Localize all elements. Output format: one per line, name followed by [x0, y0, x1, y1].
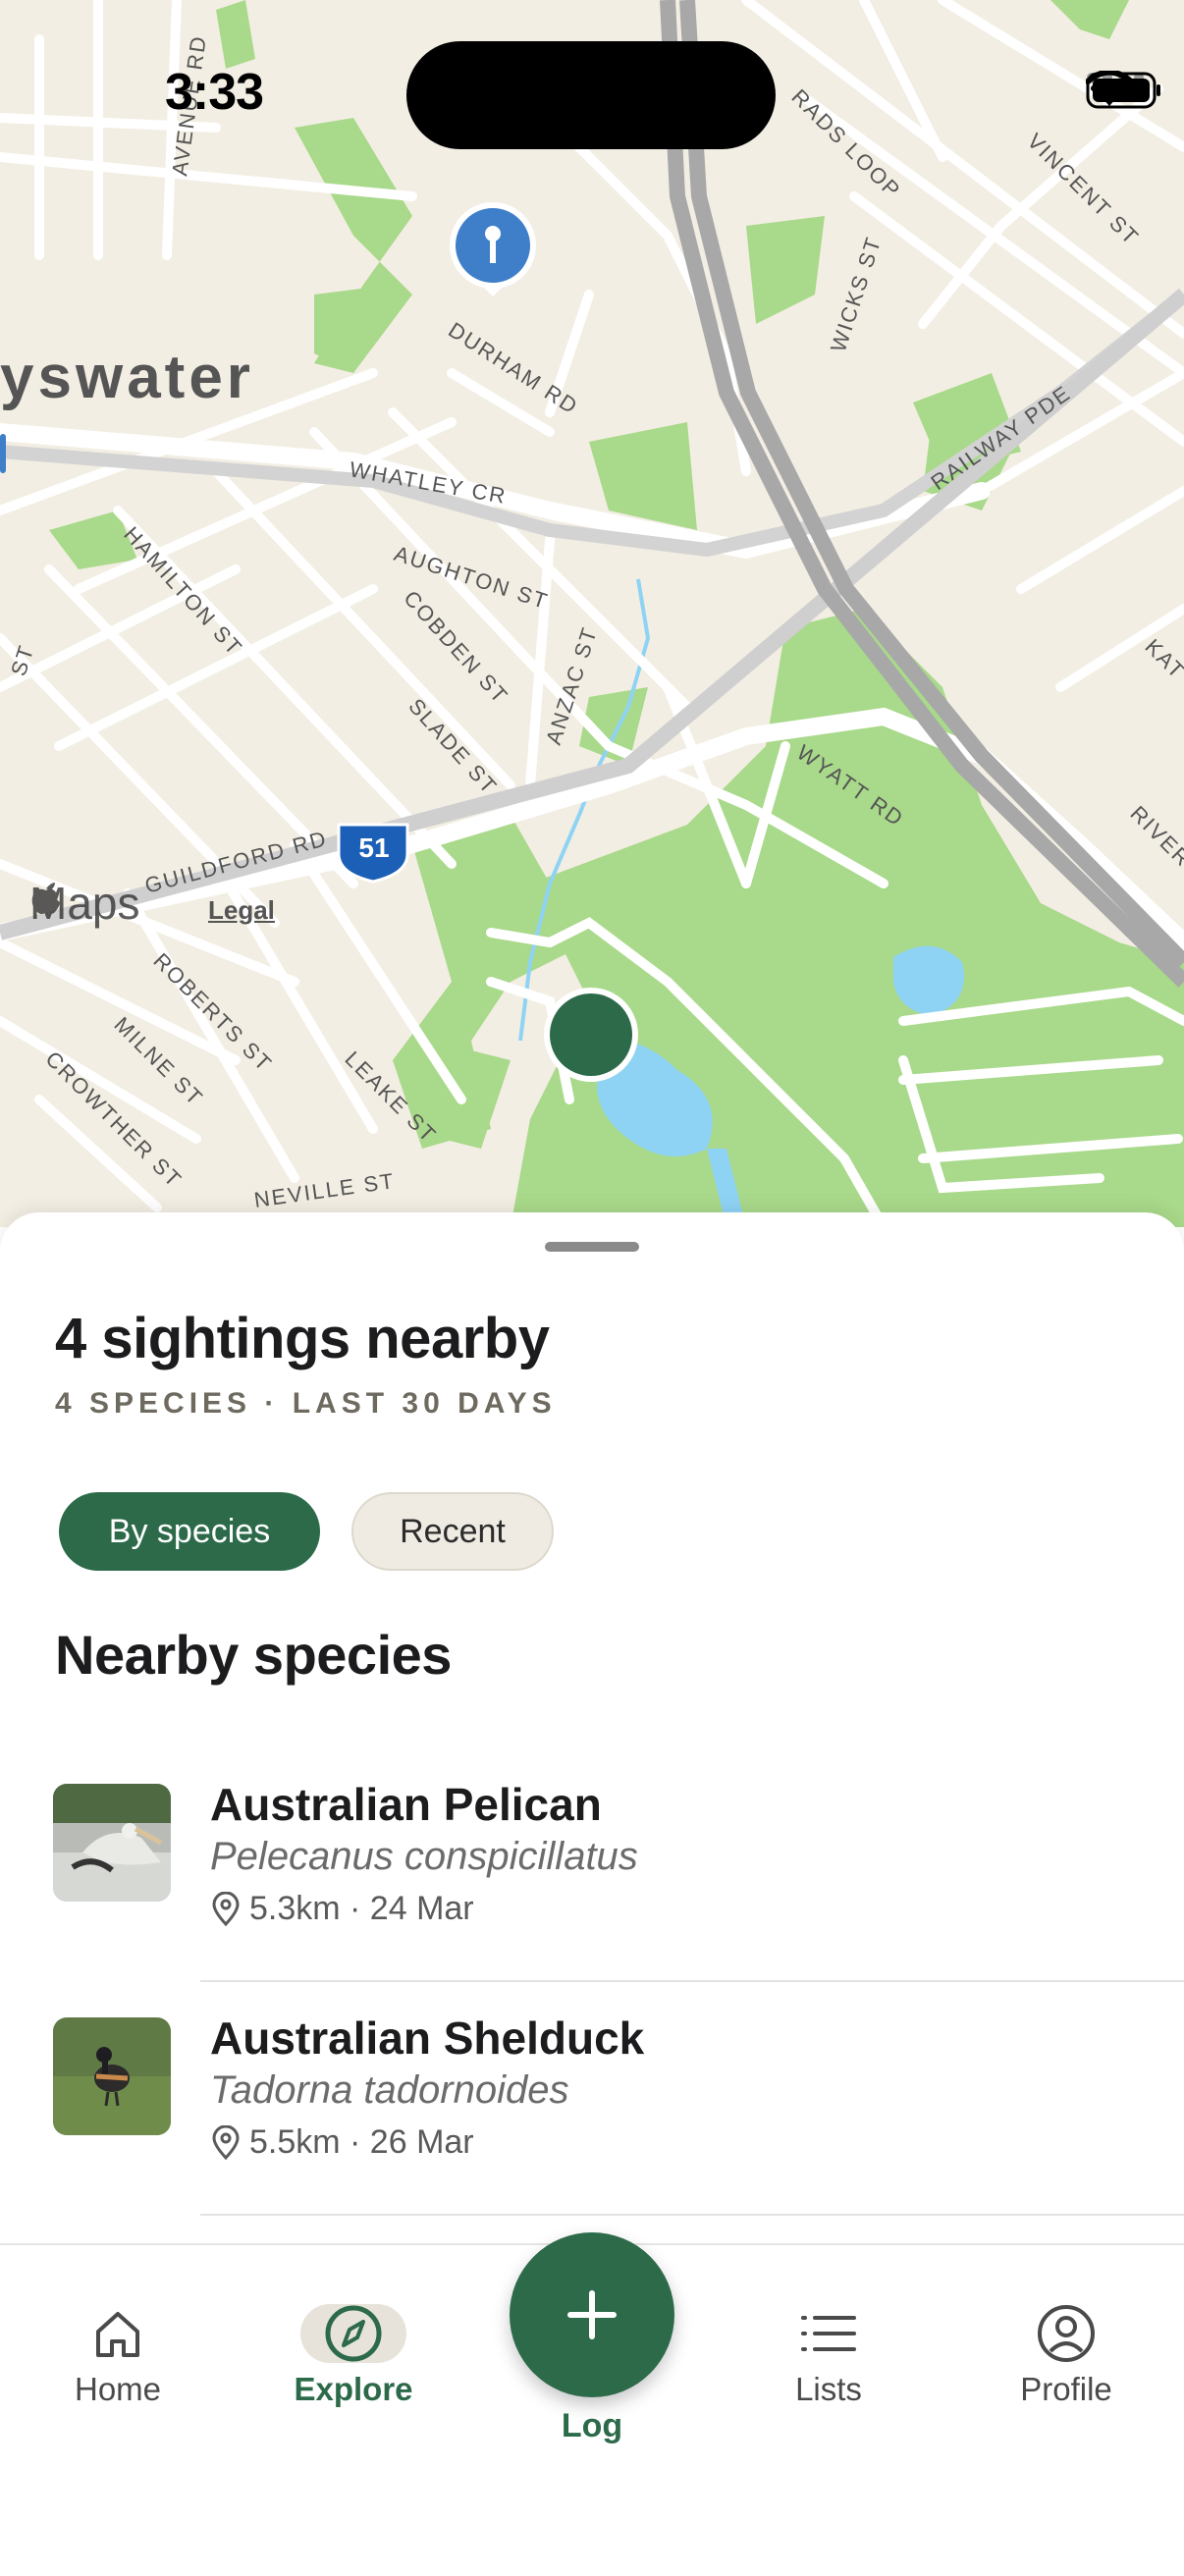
- log-label: Log: [561, 2407, 623, 2444]
- species-distance-date: 5.5km · 26 Mar: [249, 2123, 474, 2161]
- map-canvas: yswater AVENUE RD DURHAM RD WHATLEY CR H…: [0, 0, 1184, 1227]
- tab-profile[interactable]: Profile: [978, 2304, 1155, 2408]
- tab-home[interactable]: Home: [29, 2304, 206, 2408]
- species-scientific-name: Pelecanus conspicillatus: [210, 1835, 638, 1878]
- maps-attribution: Maps: [29, 877, 139, 930]
- status-time: 3:33: [165, 64, 264, 121]
- filter-recent[interactable]: Recent: [351, 1492, 554, 1571]
- svg-text:KAT: KAT: [1140, 634, 1184, 684]
- list-icon: [776, 2304, 882, 2363]
- species-meta: 5.3km · 24 Mar: [210, 1890, 474, 1928]
- sheet-grabber[interactable]: [545, 1242, 639, 1252]
- species-row[interactable]: Australian Pelican Pelecanus conspicilla…: [0, 1748, 1184, 1982]
- plus-icon: [567, 2290, 617, 2339]
- sighting-marker: [544, 988, 638, 1082]
- dynamic-island: [406, 41, 776, 149]
- sightings-subtitle: 4 SPECIES · LAST 30 DAYS: [55, 1387, 557, 1420]
- svg-text:SLADE ST: SLADE ST: [404, 694, 502, 800]
- species-distance-date: 5.3km · 24 Mar: [249, 1890, 474, 1927]
- apple-logo-icon: [31, 883, 60, 914]
- svg-text:WICKS ST: WICKS ST: [826, 233, 887, 354]
- location-icon: [212, 2124, 240, 2160]
- filter-by-species[interactable]: By species: [59, 1492, 320, 1571]
- location-pin-icon: [450, 202, 536, 296]
- legal-link[interactable]: Legal: [208, 895, 275, 926]
- sightings-title: 4 sightings nearby: [55, 1307, 550, 1370]
- tab-home-label: Home: [74, 2371, 162, 2407]
- log-sighting-button[interactable]: [510, 2232, 674, 2397]
- section-title: Nearby species: [55, 1624, 452, 1686]
- svg-text:RIVER: RIVER: [1125, 801, 1184, 872]
- tab-lists-label: Lists: [795, 2371, 862, 2407]
- species-name: Australian Pelican: [210, 1779, 602, 1830]
- species-thumbnail: [53, 2017, 171, 2135]
- tab-explore-label: Explore: [294, 2371, 413, 2407]
- svg-text:NEVILLE ST: NEVILLE ST: [252, 1168, 397, 1212]
- map-view[interactable]: yswater AVENUE RD DURHAM RD WHATLEY CR H…: [0, 0, 1184, 1227]
- species-row[interactable]: Australian Shelduck Tadorna tadornoides …: [0, 1982, 1184, 2216]
- profile-icon: [1013, 2304, 1119, 2363]
- species-scientific-name: Tadorna tadornoides: [210, 2068, 569, 2112]
- route-shield-label: 51: [358, 832, 390, 863]
- tab-profile-label: Profile: [1020, 2371, 1112, 2407]
- battery-icon: [1086, 72, 1160, 109]
- tab-explore[interactable]: Explore: [265, 2304, 442, 2408]
- tab-lists[interactable]: Lists: [740, 2304, 917, 2408]
- compass-icon: [300, 2304, 406, 2363]
- species-thumbnail: [53, 1784, 171, 1902]
- row-divider: [200, 2214, 1184, 2216]
- home-icon: [65, 2304, 171, 2363]
- species-name: Australian Shelduck: [210, 2012, 645, 2064]
- suburb-label: yswater: [0, 344, 254, 411]
- species-meta: 5.5km · 26 Mar: [210, 2123, 474, 2162]
- location-icon: [212, 1891, 240, 1926]
